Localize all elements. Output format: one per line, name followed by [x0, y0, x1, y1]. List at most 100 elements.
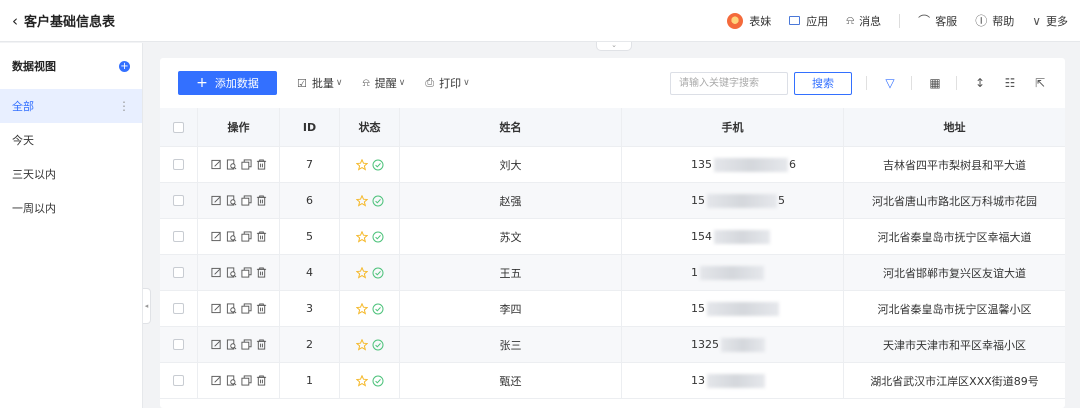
sidebar-item-week[interactable]: 一周以内	[0, 191, 142, 225]
row-checkbox[interactable]	[173, 159, 184, 170]
table-row[interactable]: 4 王五 1 河北省邯郸市复兴区友谊大道	[160, 255, 1065, 291]
check-circle-icon[interactable]	[372, 375, 384, 387]
check-circle-icon[interactable]	[372, 303, 384, 315]
table-row[interactable]: 3 李四 15 河北省秦皇岛市抚宁区温馨小区	[160, 291, 1065, 327]
column-header-status[interactable]: 状态	[340, 108, 400, 146]
view-icon[interactable]	[226, 267, 237, 278]
cell-id: 7	[280, 147, 340, 182]
copy-icon[interactable]	[240, 375, 252, 386]
star-icon[interactable]	[355, 194, 368, 207]
print-dropdown[interactable]: ⎙ 打印 ∨	[425, 75, 469, 91]
remind-dropdown[interactable]: ⍾ 提醒 ∨	[362, 75, 405, 91]
edit-icon[interactable]	[210, 267, 222, 278]
view-icon[interactable]	[226, 195, 237, 206]
star-icon[interactable]	[355, 266, 368, 279]
edit-icon[interactable]	[210, 231, 222, 242]
check-circle-icon[interactable]	[372, 339, 384, 351]
column-header-id[interactable]: ID	[280, 108, 340, 146]
view-icon[interactable]	[226, 375, 237, 386]
copy-icon[interactable]	[240, 159, 252, 170]
help-menu[interactable]: Ⓘ 帮助	[975, 12, 1014, 29]
phone-prefix: 135	[691, 158, 712, 171]
select-all-cell	[160, 108, 198, 146]
copy-icon[interactable]	[240, 303, 252, 314]
search-button[interactable]: 搜索	[794, 71, 852, 95]
check-circle-icon[interactable]	[372, 195, 384, 207]
star-icon[interactable]	[355, 338, 368, 351]
check-circle-icon[interactable]	[372, 267, 384, 279]
check-circle-icon[interactable]	[372, 159, 384, 171]
copy-icon[interactable]	[240, 339, 252, 350]
star-icon[interactable]	[355, 302, 368, 315]
more-vertical-icon[interactable]: ⋮	[118, 99, 130, 113]
edit-icon[interactable]	[210, 303, 222, 314]
check-circle-icon[interactable]	[372, 231, 384, 243]
bell-icon: ⍾	[362, 76, 370, 89]
edit-icon[interactable]	[210, 159, 222, 170]
column-settings-icon[interactable]: ☷	[1003, 76, 1017, 90]
delete-icon[interactable]	[256, 267, 267, 278]
star-icon[interactable]	[355, 230, 368, 243]
copy-icon[interactable]	[240, 231, 252, 242]
delete-icon[interactable]	[256, 231, 267, 242]
add-data-button[interactable]: + 添加数据	[178, 71, 277, 95]
collapse-sidebar-handle[interactable]: ◂	[143, 288, 151, 324]
delete-icon[interactable]	[256, 195, 267, 206]
star-icon[interactable]	[355, 374, 368, 387]
star-icon[interactable]	[355, 158, 368, 171]
app-menu[interactable]: 应用	[789, 13, 828, 29]
view-icon[interactable]	[226, 231, 237, 242]
column-header-name[interactable]: 姓名	[400, 108, 622, 146]
table-row[interactable]: 2 张三 1325 天津市天津市和平区幸福小区	[160, 327, 1065, 363]
toolbar-divider	[956, 76, 957, 90]
sidebar: 数据视图 + 全部 ⋮ 今天 三天以内 一周以内	[0, 43, 143, 408]
row-actions	[198, 363, 280, 398]
row-checkbox[interactable]	[173, 231, 184, 242]
user-name: 表妹	[749, 14, 772, 28]
row-checkbox[interactable]	[173, 303, 184, 314]
edit-icon[interactable]	[210, 195, 222, 206]
table-row[interactable]: 5 苏文 154 河北省秦皇岛市抚宁区幸福大道	[160, 219, 1065, 255]
view-icon[interactable]	[226, 339, 237, 350]
view-icon[interactable]	[226, 159, 237, 170]
user-menu[interactable]: 表妹	[727, 12, 772, 29]
view-icon[interactable]	[226, 303, 237, 314]
row-checkbox[interactable]	[173, 267, 184, 278]
sidebar-item-today[interactable]: 今天	[0, 123, 142, 157]
search-input[interactable]	[670, 71, 788, 95]
sidebar-item-all[interactable]: 全部 ⋮	[0, 89, 142, 123]
phone-prefix: 1	[691, 266, 698, 279]
row-checkbox[interactable]	[173, 339, 184, 350]
delete-icon[interactable]	[256, 159, 267, 170]
table-row[interactable]: 1 甄还 13 湖北省武汉市江岸区XXX街道89号	[160, 363, 1065, 399]
row-checkbox[interactable]	[173, 195, 184, 206]
export-icon[interactable]: ⇱	[1033, 76, 1047, 90]
delete-icon[interactable]	[256, 375, 267, 386]
batch-dropdown[interactable]: ☑ 批量 ∨	[297, 75, 342, 91]
filter-icon[interactable]: ▽	[883, 76, 897, 90]
select-all-checkbox[interactable]	[173, 121, 184, 133]
table-row[interactable]: 7 刘大 135 6 吉林省四平市梨树县和平大道	[160, 147, 1065, 183]
checkbox-icon: ☑	[297, 76, 307, 90]
service-label: 客服	[935, 14, 958, 28]
table-row[interactable]: 6 赵强 15 5 河北省唐山市路北区万科城市花园	[160, 183, 1065, 219]
copy-icon[interactable]	[240, 267, 252, 278]
messages-menu[interactable]: ⍾ 消息	[846, 13, 881, 29]
more-menu[interactable]: ∨ 更多	[1032, 13, 1068, 29]
row-checkbox[interactable]	[173, 375, 184, 386]
back-button[interactable]: ‹ 客户基础信息表	[0, 11, 115, 31]
add-view-button[interactable]: +	[119, 60, 130, 72]
delete-icon[interactable]	[256, 339, 267, 350]
delete-icon[interactable]	[256, 303, 267, 314]
column-header-phone[interactable]: 手机	[622, 108, 844, 146]
collapse-header-handle[interactable]: ⌄	[596, 42, 632, 51]
row-height-icon[interactable]: ↕	[973, 76, 987, 90]
service-menu[interactable]: ⌒ 客服	[918, 12, 957, 29]
edit-icon[interactable]	[210, 339, 222, 350]
calculator-icon[interactable]: ▦	[928, 76, 942, 90]
help-label: 帮助	[992, 14, 1015, 28]
sidebar-item-3days[interactable]: 三天以内	[0, 157, 142, 191]
edit-icon[interactable]	[210, 375, 222, 386]
copy-icon[interactable]	[240, 195, 252, 206]
column-header-address[interactable]: 地址	[844, 108, 1065, 146]
